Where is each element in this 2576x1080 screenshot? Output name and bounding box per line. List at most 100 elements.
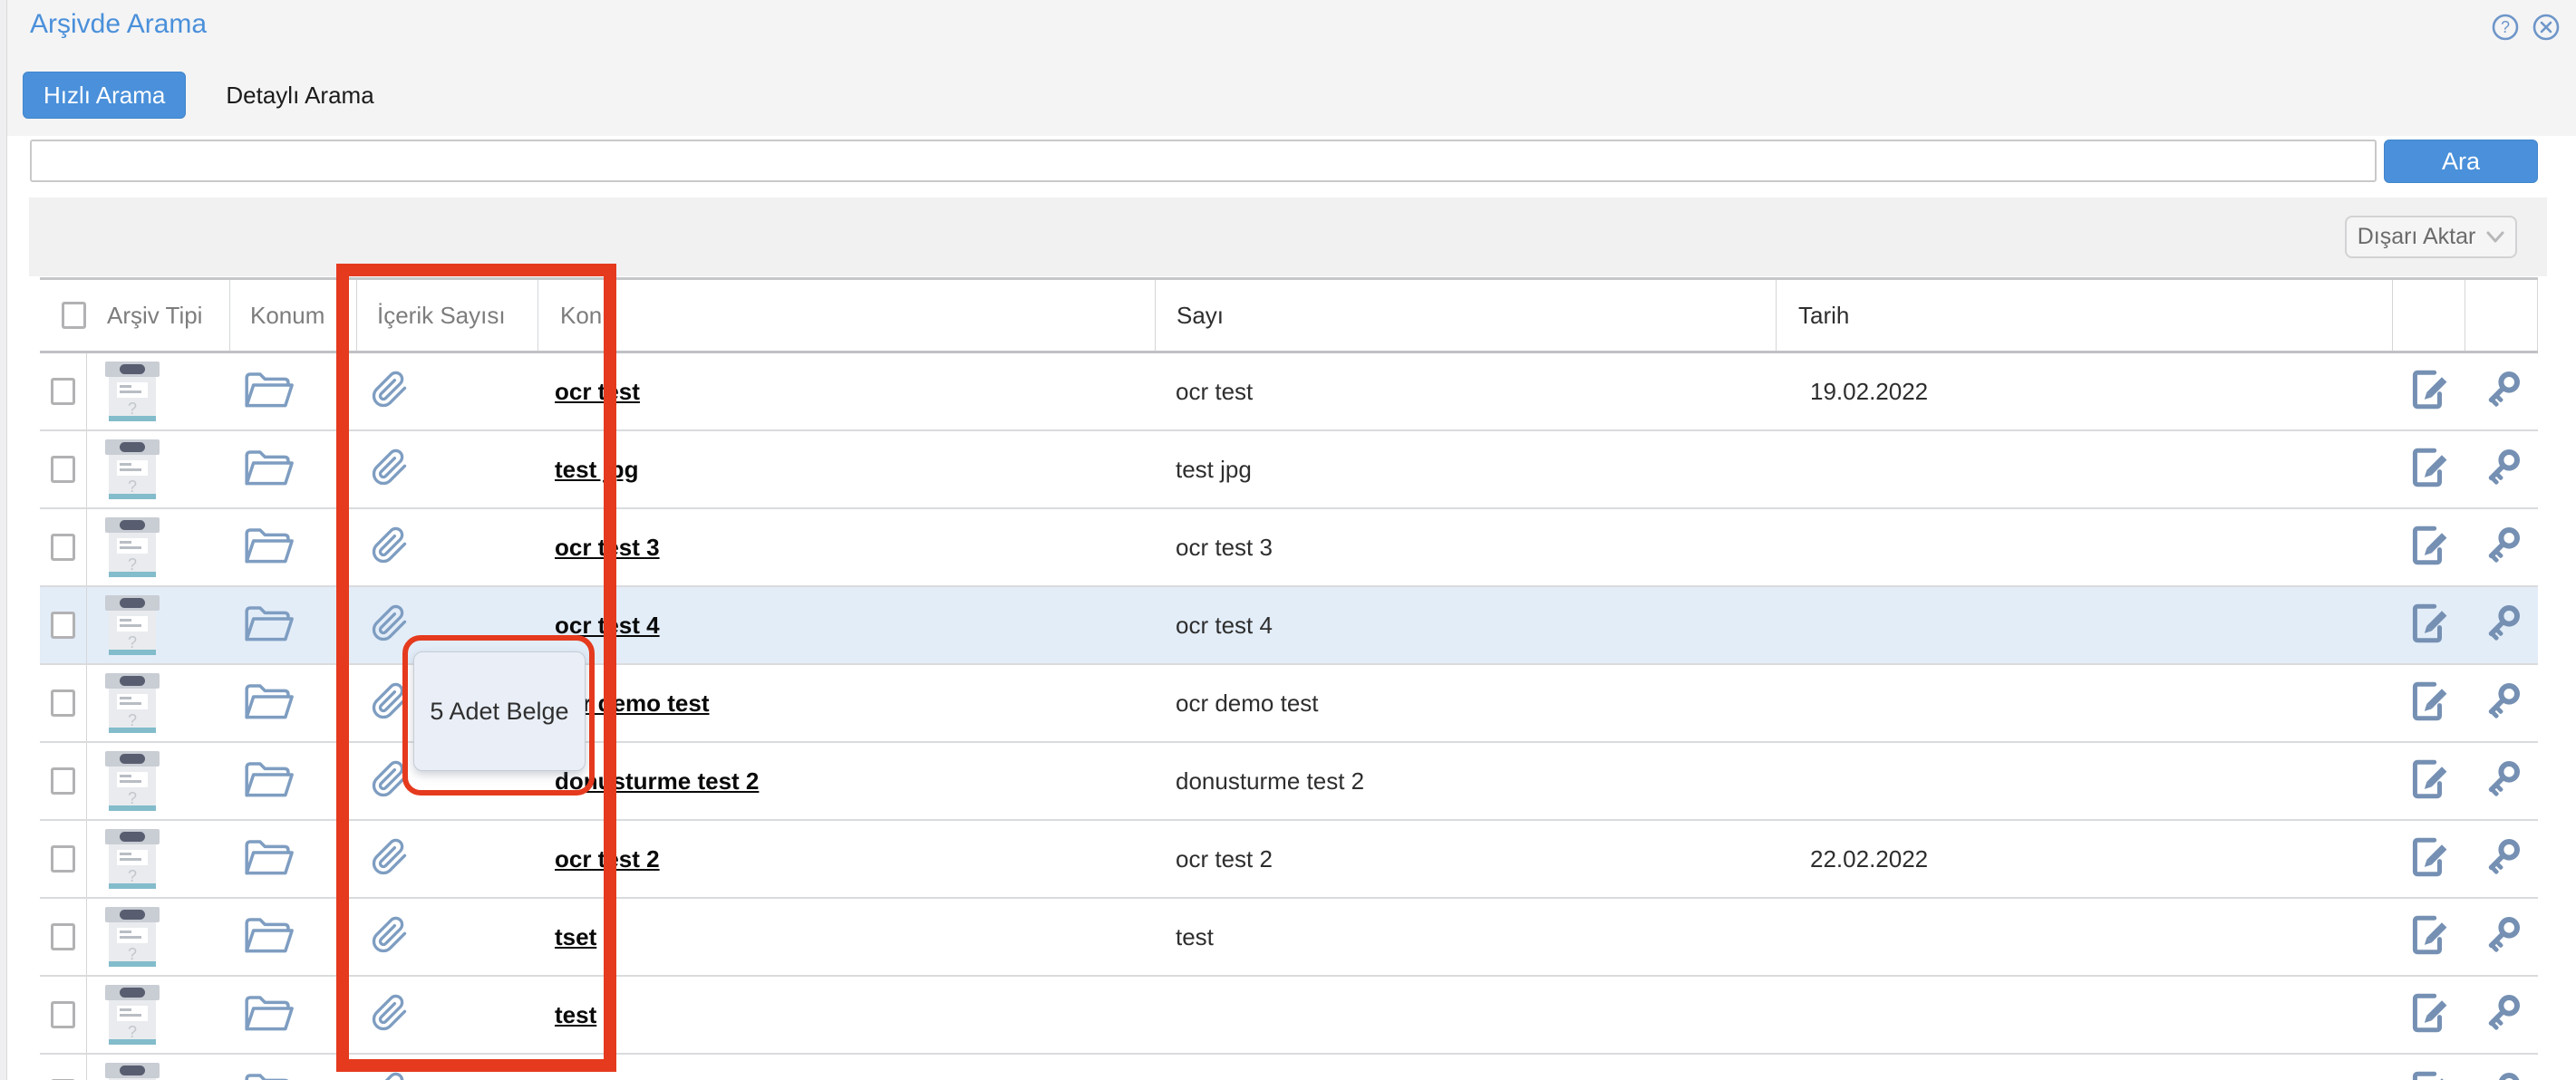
edit-icon[interactable] [2406, 445, 2451, 495]
paperclip-icon[interactable] [371, 992, 409, 1038]
key-icon[interactable] [2480, 446, 2523, 494]
konu-link[interactable]: tset [555, 923, 596, 951]
paperclip-icon[interactable] [371, 836, 409, 882]
arsiv-tipi-cell: ? [87, 743, 229, 819]
edit-icon[interactable] [2406, 1068, 2451, 1080]
paperclip-icon[interactable] [371, 914, 409, 960]
paperclip-icon[interactable] [371, 447, 409, 493]
select-all-checkbox[interactable] [62, 302, 86, 329]
open-folder-icon[interactable] [242, 680, 295, 727]
open-folder-icon[interactable] [242, 603, 295, 649]
edit-icon[interactable] [2406, 912, 2451, 962]
toolbar: Dışarı Aktar [29, 198, 2547, 276]
key-icon[interactable] [2480, 913, 2523, 961]
edit-icon[interactable] [2406, 601, 2451, 651]
arsiv-tipi-cell: ? [87, 431, 229, 507]
row-checkbox[interactable] [51, 689, 75, 717]
sayi-cell: ocr test 2 [1155, 821, 1776, 897]
konu-cell: tset [537, 899, 1155, 975]
key-cell [2465, 743, 2538, 819]
paperclip-icon[interactable] [371, 603, 409, 649]
header-arsiv-tipi[interactable]: Arşiv Tipi [87, 280, 229, 351]
key-cell [2465, 353, 2538, 429]
sayi-cell: donusturme test 2 [1155, 743, 1776, 819]
sayi-cell: ocr test [1155, 353, 1776, 429]
konu-link[interactable]: ocr test [555, 378, 640, 406]
open-folder-icon[interactable] [242, 447, 295, 493]
tab-quick-search[interactable]: Hızlı Arama [23, 72, 186, 119]
edit-cell [2392, 1055, 2465, 1080]
header-konum[interactable]: Konum [229, 280, 356, 351]
paperclip-icon[interactable] [371, 525, 409, 571]
row-checkbox[interactable] [51, 456, 75, 483]
edit-icon[interactable] [2406, 679, 2451, 728]
help-icon[interactable]: ? [2492, 14, 2519, 41]
edit-icon[interactable] [2406, 990, 2451, 1040]
paperclip-icon[interactable] [371, 1070, 409, 1080]
paperclip-icon[interactable] [371, 680, 409, 727]
paperclip-icon[interactable] [371, 758, 409, 805]
row-checkbox[interactable] [51, 378, 75, 405]
key-icon[interactable] [2480, 524, 2523, 572]
key-cell [2465, 899, 2538, 975]
open-folder-icon[interactable] [242, 836, 295, 882]
open-folder-icon[interactable] [242, 992, 295, 1038]
konu-link[interactable]: ocr test 4 [555, 612, 660, 640]
key-icon[interactable] [2480, 1069, 2523, 1080]
search-button[interactable]: Ara [2384, 140, 2538, 183]
key-icon[interactable] [2480, 680, 2523, 728]
row-checkbox[interactable] [51, 923, 75, 950]
close-icon[interactable] [2532, 14, 2560, 41]
paperclip-icon[interactable] [371, 369, 409, 415]
key-icon[interactable] [2480, 835, 2523, 883]
icerik-sayisi-cell [356, 899, 537, 975]
header-konu[interactable]: Konu [537, 280, 1155, 351]
edit-icon[interactable] [2406, 757, 2451, 806]
archive-box-icon: ? [105, 985, 160, 1045]
edit-icon[interactable] [2406, 367, 2451, 417]
page-left-margin [0, 0, 7, 1080]
row-checkbox[interactable] [51, 1001, 75, 1028]
header-sayi[interactable]: Sayı [1155, 280, 1776, 351]
edit-icon[interactable] [2406, 834, 2451, 884]
arsiv-tipi-cell: ? [87, 1055, 229, 1080]
open-folder-icon[interactable] [242, 1070, 295, 1080]
key-icon[interactable] [2480, 757, 2523, 805]
export-button[interactable]: Dışarı Aktar [2345, 216, 2517, 258]
sayi-cell: ocr demo test [1155, 665, 1776, 741]
open-folder-icon[interactable] [242, 525, 295, 571]
key-cell [2465, 977, 2538, 1053]
konu-link[interactable]: test jpg [555, 456, 638, 484]
konu-link[interactable]: ocr test 3 [555, 534, 660, 562]
key-icon[interactable] [2480, 602, 2523, 650]
key-cell [2465, 431, 2538, 507]
edit-icon[interactable] [2406, 523, 2451, 573]
search-input[interactable] [30, 140, 2377, 182]
tab-bar: Hızlı Arama Detaylı Arama [23, 72, 374, 119]
key-icon[interactable] [2480, 368, 2523, 416]
konu-cell: test jpg [537, 431, 1155, 507]
open-folder-icon[interactable] [242, 758, 295, 805]
konu-link[interactable]: test [555, 1001, 596, 1029]
archive-box-icon: ? [105, 362, 160, 421]
header-key-column [2465, 280, 2538, 351]
row-checkbox[interactable] [51, 767, 75, 795]
key-icon[interactable] [2480, 991, 2523, 1039]
content-count-tooltip: 5 Adet Belge [413, 651, 586, 771]
open-folder-icon[interactable] [242, 914, 295, 960]
header-tarih[interactable]: Tarih [1776, 280, 2392, 351]
tab-detailed-search[interactable]: Detaylı Arama [226, 82, 373, 110]
row-checkbox[interactable] [51, 534, 75, 561]
row-select-cell [40, 743, 87, 819]
open-folder-icon[interactable] [242, 369, 295, 415]
arsiv-tipi-cell: ? [87, 977, 229, 1053]
header-icerik-sayisi[interactable]: İçerik Sayısı [356, 280, 537, 351]
icerik-sayisi-cell [356, 509, 537, 585]
konu-link[interactable]: donusturme test 2 [555, 767, 759, 796]
row-checkbox[interactable] [51, 612, 75, 639]
konu-link[interactable]: ocr test 2 [555, 845, 660, 873]
row-checkbox[interactable] [51, 845, 75, 873]
tarih-cell [1776, 899, 2392, 975]
archive-box-icon: ? [105, 517, 160, 577]
konu-cell: ocr test 4 [537, 587, 1155, 663]
